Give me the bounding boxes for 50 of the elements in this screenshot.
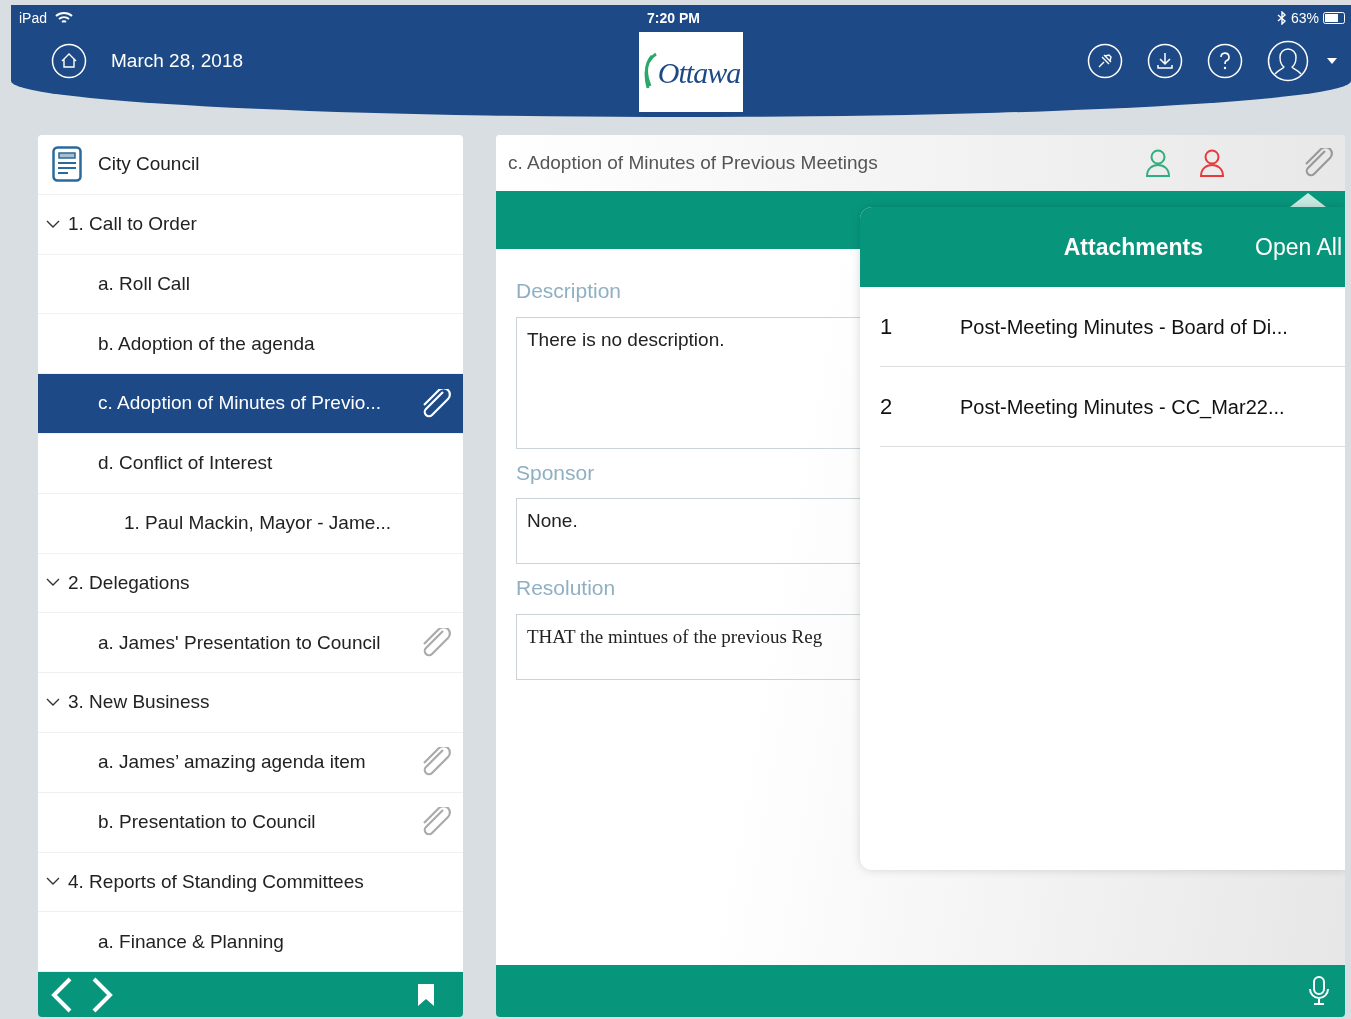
bookmark-button[interactable] xyxy=(417,982,435,1007)
chevron-down-icon[interactable] xyxy=(46,698,60,708)
battery-percent: 63% xyxy=(1290,8,1319,28)
open-all-button[interactable]: Open All xyxy=(1255,229,1342,265)
bluetooth-icon xyxy=(1276,11,1287,25)
attachment-name: Post-Meeting Minutes - CC_Mar22... xyxy=(960,394,1285,421)
section-label: Sponsor xyxy=(516,459,596,486)
agenda-item[interactable]: 1. Call to Order xyxy=(38,194,463,255)
agenda-item[interactable]: a. James' Presentation to Council xyxy=(38,613,463,674)
attachment-number: 1 xyxy=(880,313,894,341)
device-name: iPad xyxy=(19,8,48,28)
agenda-item[interactable]: d. Conflict of Interest xyxy=(38,434,463,494)
wifi-icon xyxy=(55,11,74,25)
agenda-item[interactable]: 4. Reports of Standing Committees xyxy=(38,852,463,913)
attachment-number: 2 xyxy=(880,393,894,421)
chevron-down-icon[interactable] xyxy=(46,219,60,229)
download-button[interactable] xyxy=(1147,43,1183,79)
agenda-item[interactable]: b. Presentation to Council xyxy=(38,792,463,853)
battery-icon xyxy=(1323,12,1345,24)
clock-time: 7:20 PM xyxy=(647,8,700,28)
home-button[interactable] xyxy=(51,43,87,79)
attachment-row[interactable]: 2 Post-Meeting Minutes - CC_Mar22... xyxy=(880,367,1345,447)
microphone-button[interactable] xyxy=(1309,976,1329,1006)
user-profile-button[interactable] xyxy=(1267,40,1309,82)
agenda-item[interactable]: 2. Delegations xyxy=(38,553,463,614)
agenda-item[interactable]: a. Roll Call xyxy=(38,254,463,315)
agenda-item[interactable]: 1. Paul Mackin, Mayor - Jame... xyxy=(38,493,463,554)
attachment-name: Post-Meeting Minutes - Board of Di... xyxy=(960,314,1288,340)
agenda-item[interactable]: c. Adoption of Minutes of Previo... xyxy=(38,374,463,434)
agenda-item[interactable]: a. James’ amazing agenda item xyxy=(38,732,463,793)
pin-button[interactable] xyxy=(1087,43,1123,79)
dropdown-caret-icon[interactable] xyxy=(1327,58,1337,64)
text-field[interactable]: None. xyxy=(516,498,861,564)
help-button[interactable] xyxy=(1207,43,1243,79)
meeting-date: March 28, 2018 xyxy=(111,48,244,73)
chevron-down-icon[interactable] xyxy=(46,877,60,887)
committee-title: City Council xyxy=(98,152,200,177)
popover-title: Attachments xyxy=(1063,232,1204,262)
section-label: Resolution xyxy=(516,575,617,601)
document-icon xyxy=(52,146,82,183)
person-icon[interactable] xyxy=(1199,149,1225,177)
next-button[interactable] xyxy=(90,976,114,1013)
city-logo: Ottawa xyxy=(639,32,743,112)
attachment-row[interactable]: 1 Post-Meeting Minutes - Board of Di... xyxy=(880,287,1345,367)
item-title: c. Adoption of Minutes of Previous Meetings xyxy=(508,150,878,175)
chevron-down-icon[interactable] xyxy=(46,578,60,588)
section-label: Description xyxy=(516,278,623,304)
agenda-item[interactable]: 3. New Business xyxy=(38,673,463,733)
previous-button[interactable] xyxy=(50,976,74,1013)
text-field[interactable]: THAT the mintues of the previous Reg xyxy=(516,613,861,680)
